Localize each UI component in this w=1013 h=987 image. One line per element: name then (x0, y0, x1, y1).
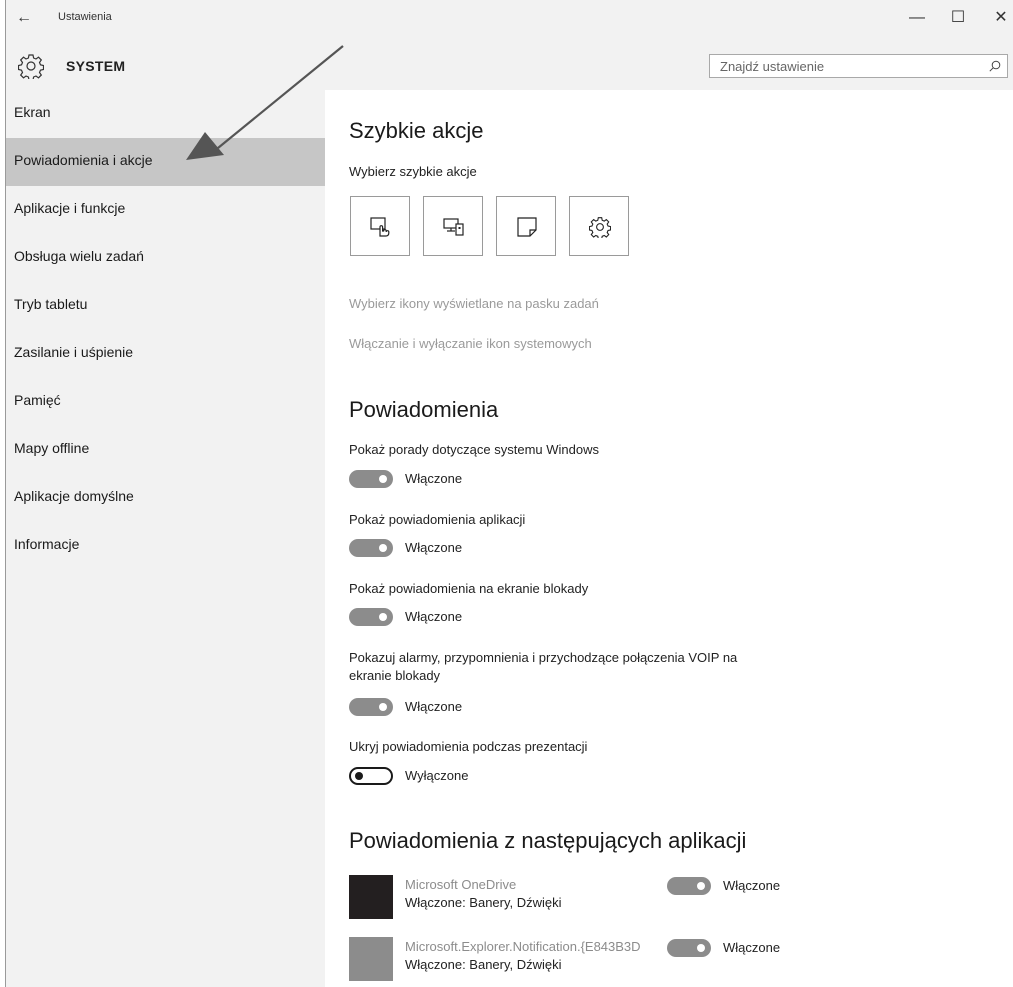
toggle-switch[interactable] (667, 939, 711, 957)
setting-label-presentation: Ukryj powiadomienia podczas prezentacji (349, 739, 588, 754)
minimize-button[interactable]: — (902, 8, 932, 28)
search-input[interactable]: Znajdź ustawienie (709, 54, 1008, 78)
settings-gear-icon (589, 217, 611, 238)
setting-label-windows-tips: Pokaż porady dotyczące systemu Windows (349, 442, 599, 457)
gear-icon (18, 54, 44, 79)
toggle-state: Wyłączone (405, 768, 469, 783)
sidebar-item-zasilanie[interactable]: Zasilanie i uśpienie (6, 330, 325, 378)
quick-action-tile-note[interactable] (496, 196, 556, 256)
toggle-state: Włączone (723, 878, 781, 893)
apps-heading: Powiadomienia z następujących aplikacji (349, 828, 747, 853)
page-title: SYSTEM (66, 58, 126, 74)
setting-label-app-notifications: Pokaż powiadomienia aplikacji (349, 512, 526, 527)
sidebar-item-tryb-tabletu[interactable]: Tryb tabletu (6, 282, 325, 330)
sidebar-item-powiadomienia[interactable]: Powiadomienia i akcje (6, 138, 325, 186)
toggle-state: Włączone (405, 699, 463, 714)
search-icon[interactable] (989, 60, 1001, 72)
toggle-switch[interactable] (349, 539, 393, 557)
sidebar-item-aplikacje-domyslne[interactable]: Aplikacje domyślne (6, 474, 325, 522)
setting-label-lock-screen: Pokaż powiadomienia na ekranie blokady (349, 581, 589, 596)
explorer-notification-app-icon (349, 937, 393, 981)
sidebar-item-pamiec[interactable]: Pamięć (6, 378, 325, 426)
sidebar-item-label: Obsługa wielu zadań (14, 248, 144, 264)
quick-action-tile-connect[interactable] (423, 196, 483, 256)
sidebar-item-label: Powiadomienia i akcje (14, 152, 153, 168)
link-taskbar-icons[interactable]: Wybierz ikony wyświetlane na pasku zadań (349, 296, 599, 311)
quick-actions-subheading: Wybierz szybkie akcje (349, 164, 477, 179)
app-detail: Włączone: Banery, Dźwięki (405, 957, 562, 972)
connect-icon (443, 218, 464, 236)
sidebar-item-label: Ekran (14, 104, 51, 120)
quick-actions-heading: Szybkie akcje (349, 118, 484, 143)
note-icon (517, 217, 537, 237)
main-content: Szybkie akcje Wybierz szybkie akcje Wybi… (325, 90, 1013, 987)
app-detail: Włączone: Banery, Dźwięki (405, 895, 562, 910)
toggle-switch[interactable] (349, 767, 393, 785)
toggle-state: Włączone (723, 940, 781, 955)
sidebar-item-label: Mapy offline (14, 440, 90, 456)
tablet-mode-icon (370, 217, 390, 237)
sidebar-item-aplikacje-funkcje[interactable]: Aplikacje i funkcje (6, 186, 325, 234)
link-system-icons[interactable]: Włączanie i wyłączanie ikon systemowych (349, 336, 592, 351)
app-name: Microsoft OneDrive (405, 877, 517, 892)
quick-action-tile-tablet-mode[interactable] (350, 196, 410, 256)
maximize-button[interactable]: ☐ (943, 8, 973, 28)
sidebar-item-wielozadaniowosc[interactable]: Obsługa wielu zadań (6, 234, 325, 282)
sidebar: Ekran Powiadomienia i akcje Aplikacje i … (6, 90, 325, 987)
setting-label-alarms-voip-line2: ekranie blokady (349, 668, 441, 683)
notifications-heading: Powiadomienia (349, 397, 499, 422)
toggle-switch[interactable] (349, 470, 393, 488)
sidebar-item-label: Informacje (14, 536, 80, 552)
search-placeholder: Znajdź ustawienie (720, 59, 825, 74)
sidebar-item-label: Aplikacje i funkcje (14, 200, 126, 216)
toggle-state: Włączone (405, 471, 463, 486)
sidebar-item-mapy-offline[interactable]: Mapy offline (6, 426, 325, 474)
setting-label-alarms-voip: Pokazuj alarmy, przypomnienia i przychod… (349, 650, 738, 665)
app-name: Microsoft.Explorer.Notification.{E843B3D (405, 939, 641, 954)
sidebar-item-label: Pamięć (14, 392, 61, 408)
sidebar-item-ekran[interactable]: Ekran (6, 90, 325, 138)
toggle-switch[interactable] (349, 608, 393, 626)
sidebar-item-label: Aplikacje domyślne (14, 488, 134, 504)
toggle-switch[interactable] (667, 877, 711, 895)
app-row-explorer-notification[interactable]: Microsoft.Explorer.Notification.{E843B3D… (349, 937, 819, 981)
back-button[interactable]: ← (14, 8, 34, 28)
app-row-onedrive[interactable]: Microsoft OneDrive Włączone: Banery, Dźw… (349, 875, 819, 919)
sidebar-item-informacje[interactable]: Informacje (6, 522, 325, 570)
close-button[interactable]: ✕ (986, 8, 1013, 28)
toggle-switch[interactable] (349, 698, 393, 716)
onedrive-app-icon (349, 875, 393, 919)
quick-action-tile-settings[interactable] (569, 196, 629, 256)
title-bar: ← Ustawienia — ☐ ✕ (6, 0, 1013, 40)
sidebar-item-label: Tryb tabletu (14, 296, 88, 312)
page-header: SYSTEM Znajdź ustawienie (6, 40, 1013, 90)
sidebar-item-label: Zasilanie i uśpienie (14, 344, 134, 360)
toggle-state: Włączone (405, 609, 463, 624)
toggle-state: Włączone (405, 540, 463, 555)
settings-window: ← Ustawienia — ☐ ✕ SYSTEM Znajdź ustawie… (5, 0, 1013, 987)
window-title: Ustawienia (58, 11, 112, 23)
